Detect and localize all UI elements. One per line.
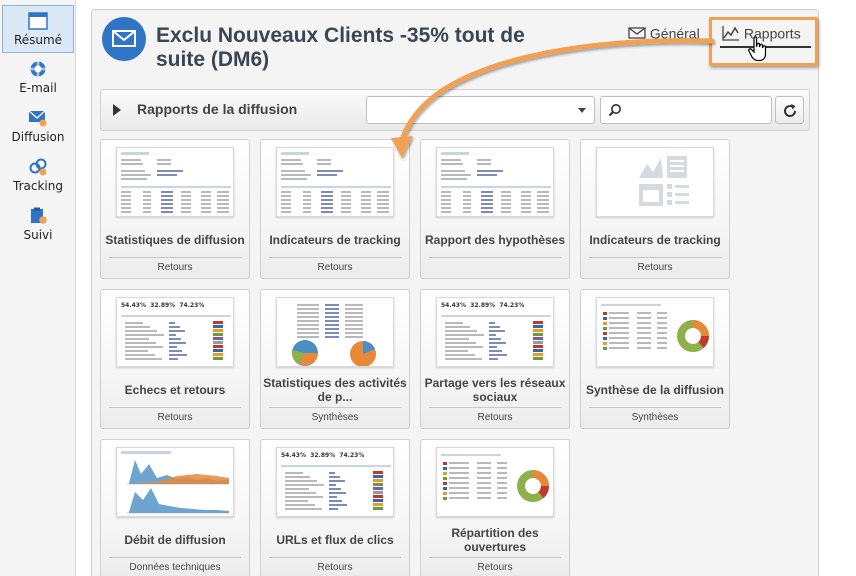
report-category: Retours	[157, 262, 193, 273]
chevron-down-icon	[578, 108, 586, 113]
search-icon	[608, 104, 621, 117]
nav-item-tracking[interactable]: Tracking	[2, 152, 74, 200]
side-navigation: Résumé E-mail Diffusion Tracking Suivi	[0, 0, 76, 576]
report-title: Indicateurs de tracking	[589, 233, 721, 247]
report-thumbnail	[116, 447, 234, 517]
report-category: Retours	[157, 412, 193, 423]
report-thumbnail	[596, 297, 714, 367]
report-thumbnail	[276, 297, 394, 367]
toolbar-title: Rapports de la diffusion	[137, 101, 298, 117]
report-title: Débit de diffusion	[124, 533, 226, 547]
report-title: Statistiques de diffusion	[105, 233, 245, 247]
expand-triangle-icon[interactable]	[112, 104, 122, 116]
report-category: Données techniques	[129, 562, 221, 573]
card-divider	[429, 557, 561, 558]
report-category: Retours	[477, 562, 513, 573]
tab-general[interactable]: Général	[628, 24, 700, 48]
report-category: Retours	[317, 262, 353, 273]
nav-label: Résumé	[13, 33, 63, 47]
nav-item-suivi[interactable]: Suivi	[2, 201, 74, 249]
report-thumbnail	[116, 147, 234, 217]
report-category: Retours	[637, 262, 673, 273]
report-title: URLs et flux de clics	[276, 533, 394, 547]
envelope-icon	[112, 30, 136, 47]
report-thumbnail	[436, 447, 554, 517]
kpi-value: 32.89%	[470, 302, 496, 309]
kpi-value: 32.89%	[310, 452, 336, 459]
nav-item-resume[interactable]: Résumé	[2, 5, 74, 53]
report-title: Echecs et retours	[124, 383, 226, 397]
report-thumbnail: 54.43% 32.89% 74.23%	[436, 297, 554, 367]
report-placeholder-icon	[639, 156, 689, 206]
hand-cursor-icon	[748, 36, 767, 62]
refresh-icon	[784, 104, 797, 117]
report-card[interactable]: 54.43% 32.89% 74.23% URLs et flux de clic…	[260, 439, 410, 576]
tab-label: Général	[649, 25, 700, 42]
report-card[interactable]: 54.43% 32.89% 74.23% Echecs et retours Ret…	[100, 289, 250, 429]
report-title: Partage vers les réseaux sociaux	[424, 376, 566, 404]
report-thumbnail: 54.43% 32.89% 74.23%	[276, 447, 394, 517]
email-lifebuoy-icon	[30, 61, 46, 77]
page-title: Exclu Nouveaux Clients -35% tout de suit…	[156, 24, 525, 71]
card-divider	[109, 407, 241, 408]
card-divider	[269, 557, 401, 558]
report-category: Retours	[477, 412, 513, 423]
filter-select[interactable]	[366, 96, 595, 124]
report-title: Statistiques des activités de p...	[263, 376, 407, 404]
report-card[interactable]: Synthèse de la diffusion Synthèses	[580, 289, 730, 429]
delivery-icon	[28, 110, 47, 127]
refresh-button[interactable]	[775, 96, 804, 124]
report-card[interactable]: Débit de diffusion Données techniques	[100, 439, 250, 576]
envelope-icon	[628, 27, 646, 39]
nav-label: Suivi	[23, 228, 53, 242]
report-title: Synthèse de la diffusion	[585, 383, 725, 397]
card-divider	[109, 257, 241, 258]
card-divider	[269, 407, 401, 408]
header-envelope-badge	[102, 17, 146, 61]
kpi-value: 74.23%	[339, 452, 365, 459]
nav-item-email[interactable]: E-mail	[2, 54, 74, 102]
nav-label: E-mail	[19, 81, 57, 95]
report-card[interactable]: Rapport des hypothèses	[420, 139, 570, 279]
report-category: Retours	[317, 562, 353, 573]
nav-label: Diffusion	[11, 130, 65, 144]
report-category: Synthèses	[631, 412, 679, 423]
kpi-value: 74.23%	[499, 302, 525, 309]
report-thumbnail	[436, 147, 554, 217]
kpi-value: 54.43%	[441, 302, 466, 309]
report-card[interactable]: Indicateurs de tracking Retours	[580, 139, 730, 279]
report-card[interactable]: Répartition des ouvertures Retours	[420, 439, 570, 576]
report-thumbnail: 54.43% 32.89% 74.23%	[116, 297, 234, 367]
kpi-value: 54.43%	[281, 452, 306, 459]
card-divider	[429, 257, 561, 258]
report-thumbnail	[596, 147, 714, 217]
report-card[interactable]: Indicateurs de tracking Retours	[260, 139, 410, 279]
summary-icon	[28, 12, 48, 30]
report-thumbnail	[276, 147, 394, 217]
card-divider	[589, 407, 721, 408]
kpi-value: 74.23%	[179, 302, 205, 309]
report-title: Rapport des hypothèses	[424, 233, 566, 247]
report-card[interactable]: Statistiques des activités de p... Synthè…	[260, 289, 410, 429]
report-category: Synthèses	[311, 412, 359, 423]
card-divider	[589, 257, 721, 258]
nav-label: Tracking	[13, 179, 63, 193]
card-divider	[429, 407, 561, 408]
report-title: Répartition des ouvertures	[451, 526, 539, 554]
report-card[interactable]: 54.43% 32.89% 74.23% Partage vers les rés…	[420, 289, 570, 429]
kpi-value: 54.43%	[121, 302, 146, 309]
nav-item-diffusion[interactable]: Diffusion	[2, 103, 74, 151]
report-title: Indicateurs de tracking	[269, 233, 401, 247]
kpi-value: 32.89%	[150, 302, 176, 309]
report-card[interactable]: Statistiques de diffusion Retours	[100, 139, 250, 279]
card-divider	[109, 557, 241, 558]
card-divider	[269, 257, 401, 258]
monitoring-icon	[31, 207, 47, 224]
search-input[interactable]	[600, 96, 772, 124]
tracking-icon	[29, 158, 47, 176]
